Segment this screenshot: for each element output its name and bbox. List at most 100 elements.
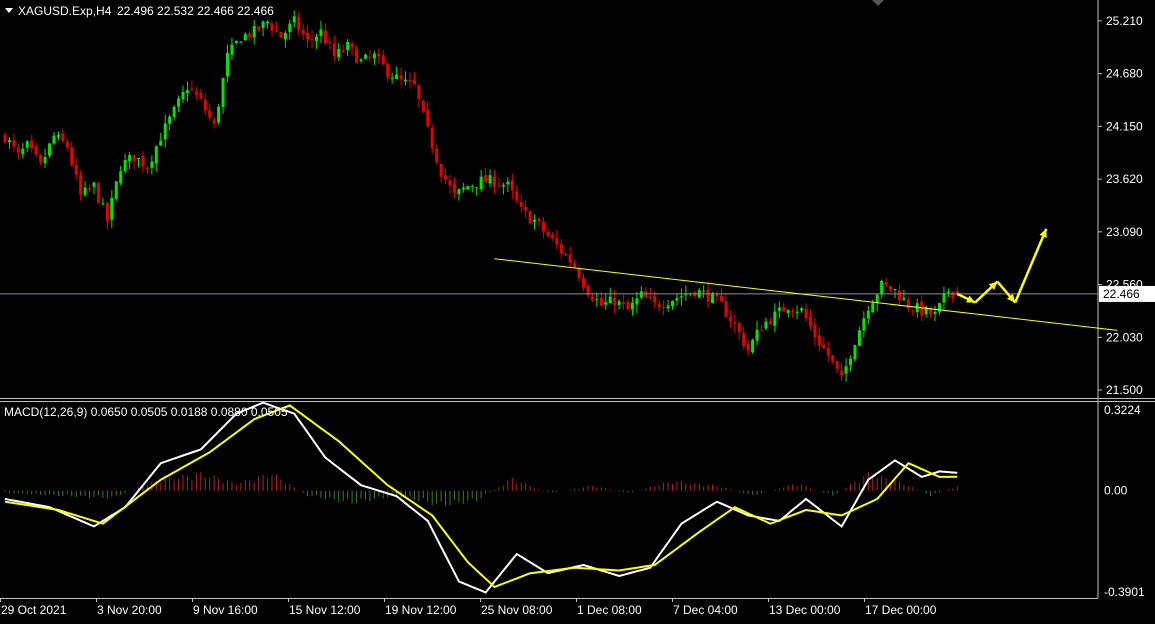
candle-body — [185, 90, 189, 93]
candle-body — [537, 218, 541, 222]
candle-body — [221, 78, 225, 107]
candle-body — [786, 309, 790, 314]
candle-body — [270, 23, 274, 31]
candle-body — [666, 305, 670, 309]
candle-body — [577, 268, 581, 279]
candle-body — [372, 53, 376, 59]
candle-body — [110, 198, 114, 220]
scroll-shift-marker-icon[interactable] — [872, 0, 884, 6]
candle-body — [782, 306, 786, 312]
candle-body — [866, 310, 870, 319]
candle-body — [412, 79, 416, 84]
candle-body — [154, 146, 158, 164]
candle-body — [657, 303, 661, 308]
candle-body — [199, 93, 203, 99]
candle-body — [902, 298, 906, 301]
candle-body — [128, 154, 132, 162]
candle-body — [559, 244, 563, 253]
time-tick-label: 17 Dec 00:00 — [865, 603, 937, 617]
candle-body — [88, 188, 92, 190]
candle-body — [626, 302, 630, 310]
candle-body — [497, 185, 501, 187]
current-price-label: 22.466 — [1099, 285, 1155, 302]
candle-body — [541, 221, 545, 232]
candle-body — [582, 277, 585, 288]
time-tick-label: 15 Nov 12:00 — [289, 603, 361, 617]
price-tick-label: 24.150 — [1106, 119, 1143, 133]
candle-body — [510, 180, 514, 191]
candle-body — [341, 50, 345, 52]
candle-body — [466, 186, 470, 190]
candle-body — [840, 370, 844, 375]
macd-indicator-label: MACD(12,26,9) 0.0650 0.0505 0.0188 0.088… — [4, 405, 288, 419]
candle-body — [266, 21, 270, 24]
candle-body — [568, 254, 572, 263]
candle-body — [43, 157, 47, 163]
candle-body — [283, 32, 287, 40]
price-tick-label: 21.500 — [1106, 383, 1143, 397]
candle-body — [737, 322, 741, 333]
candle-body — [613, 297, 617, 306]
candle-body — [893, 289, 897, 291]
candle-body — [724, 300, 728, 317]
candle-body — [684, 294, 688, 296]
candle-body — [430, 127, 434, 149]
candle-body — [328, 42, 332, 44]
candle-body — [889, 286, 893, 291]
price-tick-label: 23.090 — [1106, 225, 1143, 239]
candle-body — [7, 140, 11, 143]
candle-body — [368, 56, 372, 58]
candle-body — [301, 29, 305, 35]
candle-body — [297, 16, 301, 31]
macd-tick-label: -0.3901 — [1104, 585, 1145, 599]
candle-body — [234, 40, 238, 44]
candle-body — [168, 116, 172, 124]
candle-body — [800, 308, 804, 311]
candle-body — [150, 161, 154, 168]
candle-body — [426, 109, 430, 127]
chart-window[interactable]: 25.210 24.680 24.150 23.620 23.090 22.560 22.0… — [0, 0, 1155, 619]
candle-body — [292, 16, 296, 23]
candle-body — [12, 140, 16, 147]
candle-body — [83, 187, 87, 195]
candle-body — [604, 302, 608, 305]
candle-body — [257, 26, 261, 30]
time-tick-label: 25 Nov 08:00 — [481, 603, 553, 617]
candle-body — [159, 140, 163, 146]
time-tick-label: 9 Nov 16:00 — [193, 603, 258, 617]
symbol-label: XAGUSD.Exp,H4 — [18, 4, 112, 18]
candle-body — [533, 219, 537, 222]
candle-body — [484, 175, 488, 183]
candle-body — [528, 211, 532, 224]
candle-body — [390, 77, 394, 79]
candle-body — [194, 91, 198, 95]
candle-body — [884, 281, 888, 285]
candle-body — [79, 174, 83, 195]
candle-body — [773, 311, 777, 326]
candle-body — [279, 31, 283, 38]
candle-body — [123, 159, 127, 172]
macd-axis-ticks: 0.3224 0.00 -0.3901 — [1104, 403, 1145, 599]
candle-body — [622, 302, 626, 304]
candle-body — [590, 296, 594, 301]
price-tick-label: 24.680 — [1106, 67, 1143, 81]
candle-body — [363, 54, 367, 59]
candle-body — [702, 290, 706, 292]
candle-body — [417, 85, 421, 99]
candle-body — [408, 79, 412, 82]
candle-body — [875, 294, 879, 303]
candle-body — [101, 203, 105, 205]
candle-body — [452, 183, 456, 193]
candle-body — [332, 43, 336, 57]
candle-body — [706, 289, 710, 302]
candle-body — [906, 299, 910, 309]
candle-body — [190, 88, 194, 90]
candle-body — [822, 344, 826, 348]
chart-canvas[interactable]: 25.21024.68024.15023.62023.09022.56022.0… — [0, 0, 1155, 619]
candle-body — [461, 187, 465, 190]
candle-body — [208, 110, 212, 118]
candle-body — [751, 340, 755, 353]
candle-body — [21, 148, 25, 155]
triangle-down-icon[interactable] — [5, 8, 13, 13]
candle-body — [951, 291, 955, 299]
